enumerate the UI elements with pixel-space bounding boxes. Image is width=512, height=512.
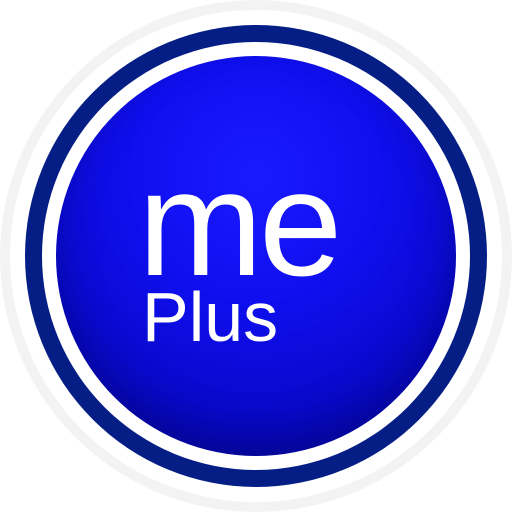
app-icon: me Plus (0, 0, 512, 512)
logo-text-me: me (138, 139, 342, 307)
logo-text-plus: Plus (142, 278, 279, 356)
